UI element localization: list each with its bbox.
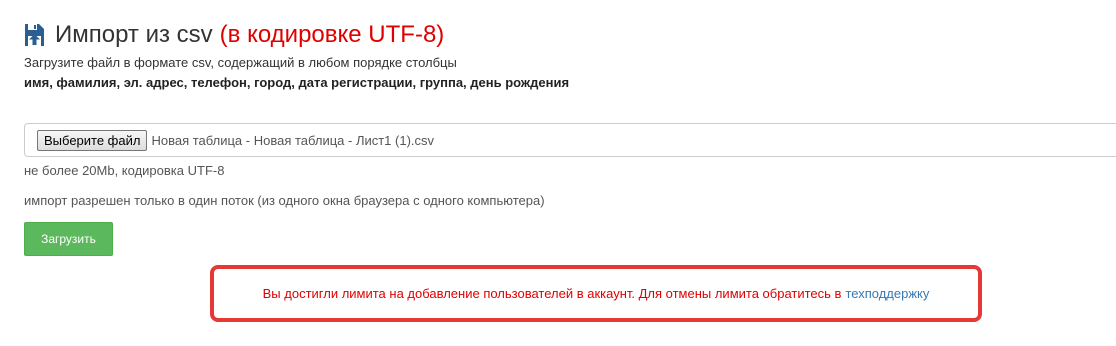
import-stream-hint: импорт разрешен только в один поток (из … [24,193,545,208]
support-link[interactable]: техподдержку [845,286,929,301]
limit-alert-message: Вы достигли лимита на добавление пользов… [262,286,842,301]
file-import-icon [24,23,46,47]
file-size-hint: не более 20Mb, кодировка UTF-8 [24,163,225,178]
page-subtitle: Загрузите файл в формате csv, содержащий… [24,55,457,70]
page-title-text: Импорт из csv [55,21,213,48]
choose-file-button[interactable]: Выберите файл [37,129,148,151]
upload-button[interactable]: Загрузить [24,222,113,256]
file-input[interactable]: Выберите файл Новая таблица - Новая табл… [24,123,1116,157]
limit-alert: Вы достигли лимита на добавление пользов… [210,265,982,322]
selected-file-name: Новая таблица - Новая таблица - Лист1 (1… [151,132,435,148]
page-header: Импорт из csv (в кодировке UTF-8) [24,20,444,50]
page-title: Импорт из csv (в кодировке UTF-8) [55,20,444,50]
required-columns: имя, фамилия, эл. адрес, телефон, город,… [24,75,570,90]
page-title-encoding: (в кодировке UTF-8) [219,21,445,48]
